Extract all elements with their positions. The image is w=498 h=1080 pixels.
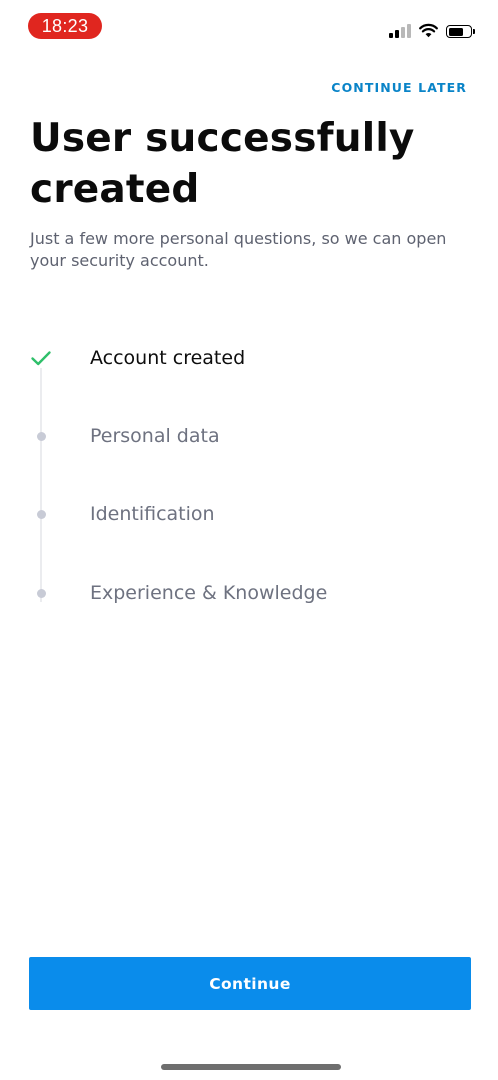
dot-icon <box>36 431 46 441</box>
step-personal-data: Personal data <box>30 414 470 458</box>
step-label: Experience & Knowledge <box>90 582 328 604</box>
step-label: Identification <box>90 503 215 525</box>
step-label: Personal data <box>90 425 220 447</box>
step-label: Account created <box>90 347 246 369</box>
dot-icon <box>36 509 46 519</box>
step-experience-knowledge: Experience & Knowledge <box>30 571 470 615</box>
checkmark-icon <box>31 351 51 366</box>
wifi-icon <box>419 23 438 38</box>
signal-icon <box>389 22 411 38</box>
status-time: 18:23 <box>28 13 102 39</box>
step-account-created: Account created <box>30 336 470 380</box>
continue-later-button[interactable]: CONTINUE LATER <box>331 80 467 95</box>
status-icons <box>389 20 475 38</box>
steps-connector-line <box>40 368 42 602</box>
page-title: User successfully created <box>30 116 415 212</box>
page-subtitle: Just a few more personal questions, so w… <box>30 229 447 270</box>
battery-icon <box>446 25 475 38</box>
dot-icon <box>36 588 46 598</box>
screen: 18:23 CONTINUE LATER User successfully c… <box>0 0 498 1080</box>
home-indicator <box>161 1064 341 1070</box>
step-identification: Identification <box>30 492 470 536</box>
continue-button[interactable]: Continue <box>29 957 471 1010</box>
